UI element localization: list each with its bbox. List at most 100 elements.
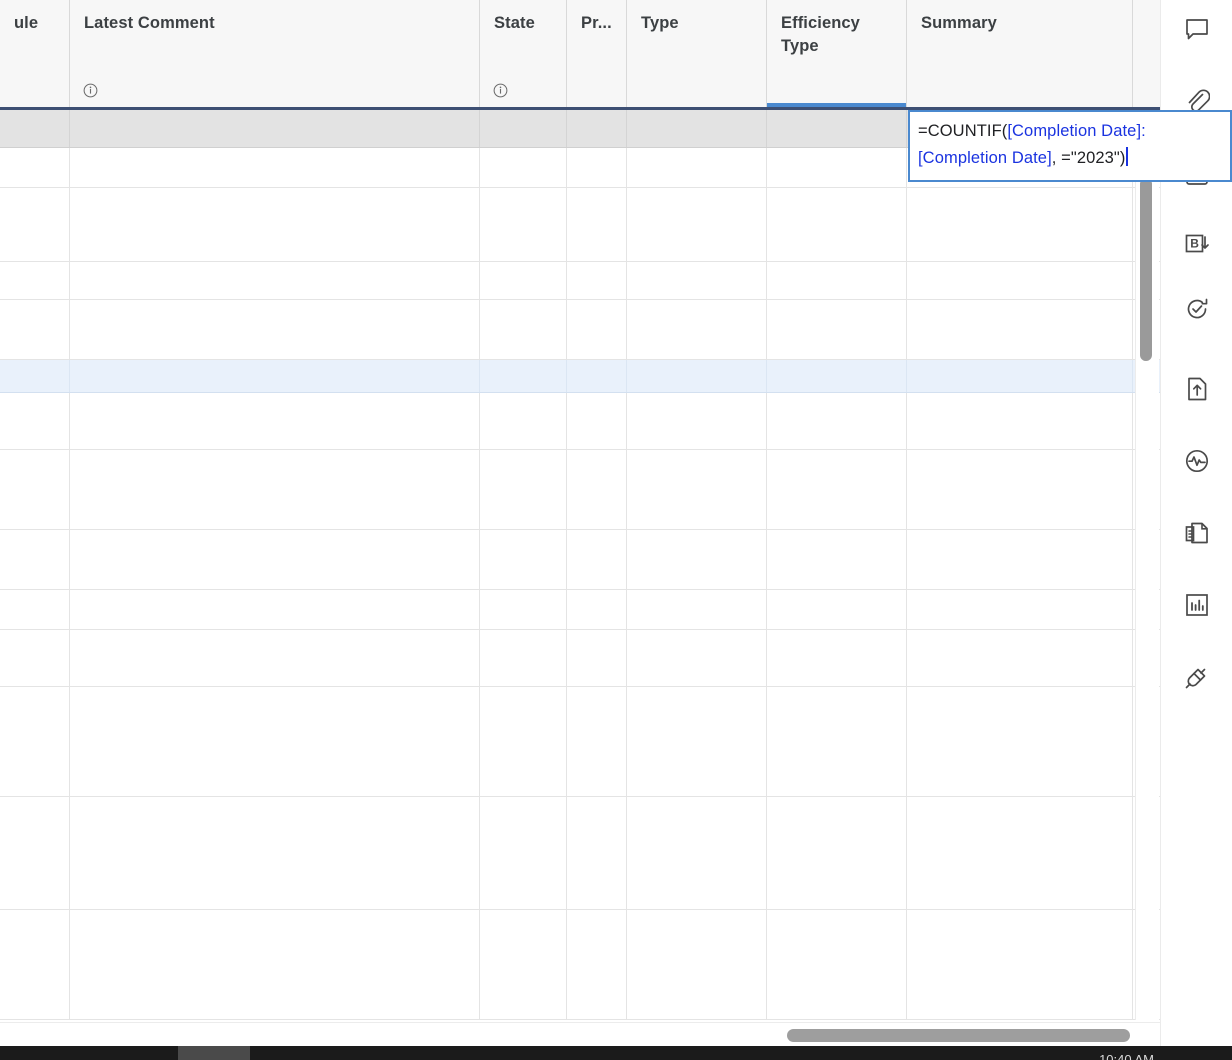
cell-latest-comment[interactable] [70, 393, 480, 449]
table-row[interactable] [0, 188, 1160, 262]
cell-priority[interactable] [567, 530, 627, 589]
chart-icon[interactable] [1177, 585, 1217, 625]
cell-state[interactable] [480, 360, 567, 392]
column-header-state[interactable]: State [480, 0, 567, 107]
cell-type[interactable] [627, 797, 767, 909]
cell-summary[interactable] [907, 360, 1133, 392]
cell-schedule[interactable] [0, 148, 70, 187]
cell-state[interactable] [480, 188, 567, 261]
cell-latest-comment[interactable] [70, 910, 480, 1019]
cell-type[interactable] [627, 450, 767, 529]
cell-efficiency-type[interactable] [767, 530, 907, 589]
comment-icon[interactable] [1177, 10, 1217, 50]
cell-priority[interactable] [567, 797, 627, 909]
cell-efficiency-type[interactable] [767, 687, 907, 796]
cell-state[interactable] [480, 393, 567, 449]
cell-schedule[interactable] [0, 393, 70, 449]
cell-state[interactable] [480, 300, 567, 359]
cell-type[interactable] [627, 530, 767, 589]
cell-latest-comment[interactable] [70, 450, 480, 529]
cell-schedule[interactable] [0, 450, 70, 529]
cell-state[interactable] [480, 797, 567, 909]
cell-latest-comment[interactable] [70, 530, 480, 589]
baseline-icon[interactable]: B [1177, 225, 1217, 265]
cell-summary[interactable] [907, 687, 1133, 796]
table-row[interactable] [0, 360, 1160, 393]
table-row[interactable] [0, 262, 1160, 300]
cell-priority[interactable] [567, 910, 627, 1019]
cell-summary[interactable] [907, 393, 1133, 449]
cell-efficiency-type[interactable] [767, 148, 907, 187]
cell-type[interactable] [627, 262, 767, 299]
pulse-icon[interactable] [1177, 441, 1217, 481]
cell-efficiency-type[interactable] [767, 393, 907, 449]
formula-edit-box[interactable]: =COUNTIF([Completion Date]: [Completion D… [908, 110, 1232, 182]
cell-summary[interactable] [907, 188, 1133, 261]
cell-schedule[interactable] [0, 110, 70, 147]
cell-schedule[interactable] [0, 188, 70, 261]
cell-summary[interactable] [907, 797, 1133, 909]
table-row[interactable] [0, 450, 1160, 530]
cell-schedule[interactable] [0, 360, 70, 392]
cell-schedule[interactable] [0, 630, 70, 686]
cell-latest-comment[interactable] [70, 110, 480, 147]
table-row[interactable] [0, 393, 1160, 450]
cell-schedule[interactable] [0, 590, 70, 629]
cell-latest-comment[interactable] [70, 188, 480, 261]
column-header-summary[interactable]: Summary [907, 0, 1133, 107]
cell-efficiency-type[interactable] [767, 797, 907, 909]
cell-summary[interactable] [907, 630, 1133, 686]
cell-efficiency-type[interactable] [767, 110, 907, 147]
cell-summary[interactable] [907, 530, 1133, 589]
cell-state[interactable] [480, 687, 567, 796]
connector-icon[interactable] [1177, 657, 1217, 697]
cell-state[interactable] [480, 530, 567, 589]
cell-efficiency-type[interactable] [767, 590, 907, 629]
cell-summary[interactable] [907, 590, 1133, 629]
cell-latest-comment[interactable] [70, 262, 480, 299]
cell-schedule[interactable] [0, 300, 70, 359]
cell-state[interactable] [480, 450, 567, 529]
table-row[interactable] [0, 300, 1160, 360]
cell-type[interactable] [627, 910, 767, 1019]
cell-schedule[interactable] [0, 262, 70, 299]
cell-type[interactable] [627, 630, 767, 686]
cell-summary[interactable] [907, 300, 1133, 359]
cell-priority[interactable] [567, 188, 627, 261]
cell-priority[interactable] [567, 393, 627, 449]
cell-priority[interactable] [567, 590, 627, 629]
column-header-efficiency-type[interactable]: Efficiency Type [767, 0, 907, 107]
cell-type[interactable] [627, 360, 767, 392]
cell-type[interactable] [627, 188, 767, 261]
table-row[interactable] [0, 797, 1160, 910]
cell-priority[interactable] [567, 687, 627, 796]
horizontal-scrollbar-thumb[interactable] [787, 1029, 1130, 1042]
cell-type[interactable] [627, 148, 767, 187]
table-row[interactable] [0, 687, 1160, 797]
cell-latest-comment[interactable] [70, 590, 480, 629]
cell-efficiency-type[interactable] [767, 910, 907, 1019]
cell-priority[interactable] [567, 148, 627, 187]
table-row[interactable] [0, 530, 1160, 590]
cell-efficiency-type[interactable] [767, 360, 907, 392]
table-row[interactable] [0, 590, 1160, 630]
column-header-latest-comment[interactable]: Latest Comment [70, 0, 480, 107]
cell-latest-comment[interactable] [70, 300, 480, 359]
table-row[interactable] [0, 910, 1160, 1020]
cell-priority[interactable] [567, 262, 627, 299]
taskbar-active-window[interactable] [178, 1046, 250, 1060]
cell-latest-comment[interactable] [70, 797, 480, 909]
cell-schedule[interactable] [0, 530, 70, 589]
cell-type[interactable] [627, 300, 767, 359]
cell-schedule[interactable] [0, 687, 70, 796]
cell-latest-comment[interactable] [70, 630, 480, 686]
cell-summary[interactable] [907, 910, 1133, 1019]
cell-schedule[interactable] [0, 797, 70, 909]
cell-state[interactable] [480, 630, 567, 686]
cell-efficiency-type[interactable] [767, 300, 907, 359]
cell-efficiency-type[interactable] [767, 262, 907, 299]
cell-latest-comment[interactable] [70, 687, 480, 796]
cell-type[interactable] [627, 687, 767, 796]
cell-priority[interactable] [567, 360, 627, 392]
cell-summary[interactable] [907, 450, 1133, 529]
